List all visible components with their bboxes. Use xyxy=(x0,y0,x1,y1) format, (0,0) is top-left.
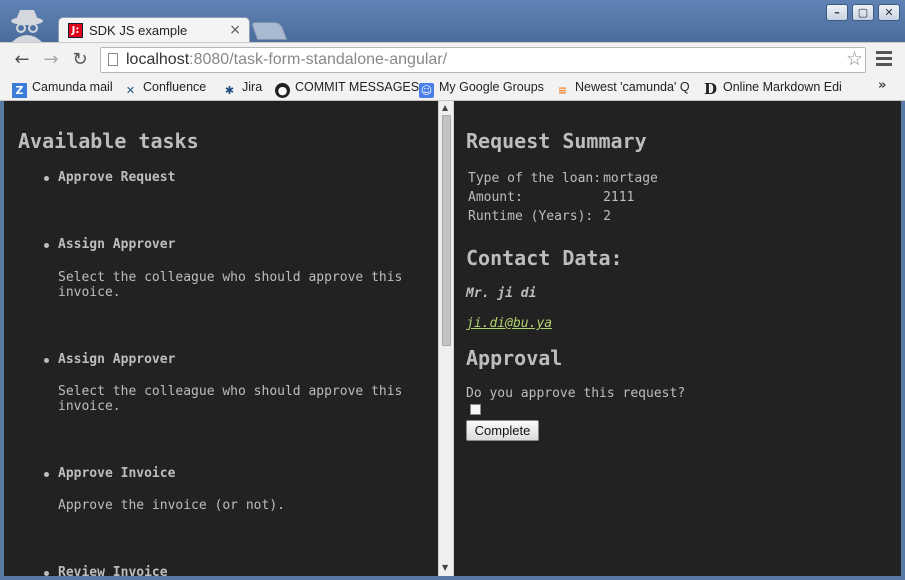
task-item-description: Select the colleague who should approve … xyxy=(58,384,403,414)
bookmark-label: Camunda mail xyxy=(32,80,113,94)
scroll-down-arrow-icon[interactable]: ▼ xyxy=(442,563,448,572)
confluence-icon: ✕ xyxy=(125,84,136,97)
bookmark-commit-messages[interactable]: ● COMMIT MESSAGES xyxy=(275,78,420,98)
camunda-favicon-icon: J: xyxy=(68,23,83,38)
reload-icon[interactable]: ↻ xyxy=(69,49,91,71)
bullet xyxy=(44,176,49,181)
close-window-button[interactable]: ✕ xyxy=(878,4,900,21)
camunda-mail-icon: Z xyxy=(12,83,27,98)
browser-toolbar: ← → ↻ localhost:8080/task-form-standalon… xyxy=(0,42,905,76)
task-item-name[interactable]: Review Invoice xyxy=(58,565,168,576)
bookmark-star-icon[interactable]: ☆ xyxy=(846,48,863,70)
task-item-name[interactable]: Approve Invoice xyxy=(58,466,175,481)
approval-question: Do you approve this request? xyxy=(466,386,686,401)
bookmarks-bar: Z Camunda mail ✕ Confluence ✱ Jira ● COMMIT … xyxy=(0,75,905,101)
markdown-editor-icon: D xyxy=(703,80,717,98)
scroll-up-arrow-icon[interactable]: ▲ xyxy=(442,103,448,112)
chrome-menu-icon[interactable] xyxy=(876,51,892,67)
summary-label: Type of the loan: xyxy=(468,171,602,186)
bookmark-stackoverflow[interactable]: ≡ Newest 'camunda' Q xyxy=(555,78,690,97)
approve-checkbox[interactable] xyxy=(470,404,481,415)
request-summary-table: Type of the loan: mortage Amount: 2111 R… xyxy=(468,171,660,228)
bookmark-jira[interactable]: ✱ Jira xyxy=(222,78,263,97)
bullet xyxy=(44,243,49,248)
github-icon: ● xyxy=(275,83,290,98)
bookmark-label: COMMIT MESSAGES xyxy=(295,80,420,94)
summary-value: mortage xyxy=(603,171,658,186)
back-arrow-icon[interactable]: ← xyxy=(11,49,33,71)
table-row: Type of the loan: mortage xyxy=(468,171,660,190)
contact-name: Mr. ji di xyxy=(466,286,537,301)
bookmark-camunda-mail[interactable]: Z Camunda mail xyxy=(12,78,113,98)
contact-data-heading: Contact Data: xyxy=(466,246,623,270)
incognito-icon xyxy=(11,10,43,42)
summary-label: Runtime (Years): xyxy=(468,209,594,224)
summary-value: 2111 xyxy=(603,190,635,205)
tab-title: SDK JS example xyxy=(89,23,188,38)
summary-label: Amount: xyxy=(468,190,523,205)
bookmark-markdown-editor[interactable]: D Online Markdown Edi xyxy=(703,78,842,98)
bookmark-label: Jira xyxy=(242,80,263,94)
bullet xyxy=(44,571,49,576)
google-groups-icon: ☺ xyxy=(419,83,434,98)
window-titlebar: J: SDK JS example × – ▢ ✕ xyxy=(0,0,905,43)
new-tab-button[interactable] xyxy=(250,22,288,40)
browser-tab[interactable]: J: SDK JS example × xyxy=(58,17,250,43)
bookmark-label: Confluence xyxy=(143,80,207,94)
task-list-pane: Available tasks Approve Request Assign A… xyxy=(4,101,438,576)
complete-button[interactable]: Complete xyxy=(466,420,539,441)
bullet xyxy=(44,472,49,477)
table-row: Amount: 2111 xyxy=(468,190,660,209)
bookmark-confluence[interactable]: ✕ Confluence xyxy=(123,78,207,97)
bookmark-label: Newest 'camunda' Q xyxy=(575,80,690,94)
page-content: Available tasks Approve Request Assign A… xyxy=(4,101,901,576)
url-path: :8080/task-form-standalone-angular/ xyxy=(189,51,448,68)
address-bar[interactable]: localhost:8080/task-form-standalone-angu… xyxy=(100,47,866,73)
table-row: Runtime (Years): 2 xyxy=(468,209,660,228)
task-form-pane: Request Summary Type of the loan: mortag… xyxy=(454,101,901,576)
page-icon xyxy=(108,53,118,66)
task-list-scrollbar[interactable]: ▲ ▼ xyxy=(438,101,454,576)
request-summary-heading: Request Summary xyxy=(466,129,647,153)
bookmark-google-groups[interactable]: ☺ My Google Groups xyxy=(419,78,544,98)
more-bookmarks-button[interactable]: » xyxy=(878,78,886,93)
contact-email-link[interactable]: ji.di@bu.ya xyxy=(466,316,552,331)
summary-value: 2 xyxy=(603,209,611,224)
bullet xyxy=(44,358,49,363)
task-item-name[interactable]: Assign Approver xyxy=(58,352,175,367)
task-item-description: Select the colleague who should approve … xyxy=(58,270,403,300)
bookmark-label: My Google Groups xyxy=(439,80,544,94)
forward-arrow-icon[interactable]: → xyxy=(40,49,62,71)
approval-heading: Approval xyxy=(466,346,563,370)
close-tab-icon[interactable]: × xyxy=(229,22,241,38)
url-host: localhost xyxy=(126,51,190,68)
task-item-name[interactable]: Approve Request xyxy=(58,170,175,185)
scrollbar-thumb[interactable] xyxy=(442,115,451,346)
task-item-description: Approve the invoice (or not). xyxy=(58,498,285,513)
tasks-heading: Available tasks xyxy=(18,129,199,153)
task-item-name[interactable]: Assign Approver xyxy=(58,237,175,252)
maximize-button[interactable]: ▢ xyxy=(852,4,874,21)
bookmark-label: Online Markdown Edi xyxy=(723,80,842,94)
stackoverflow-icon: ≡ xyxy=(557,84,568,97)
minimize-button[interactable]: – xyxy=(826,4,848,21)
jira-icon: ✱ xyxy=(224,84,235,97)
url-text[interactable]: localhost:8080/task-form-standalone-angu… xyxy=(126,51,447,69)
